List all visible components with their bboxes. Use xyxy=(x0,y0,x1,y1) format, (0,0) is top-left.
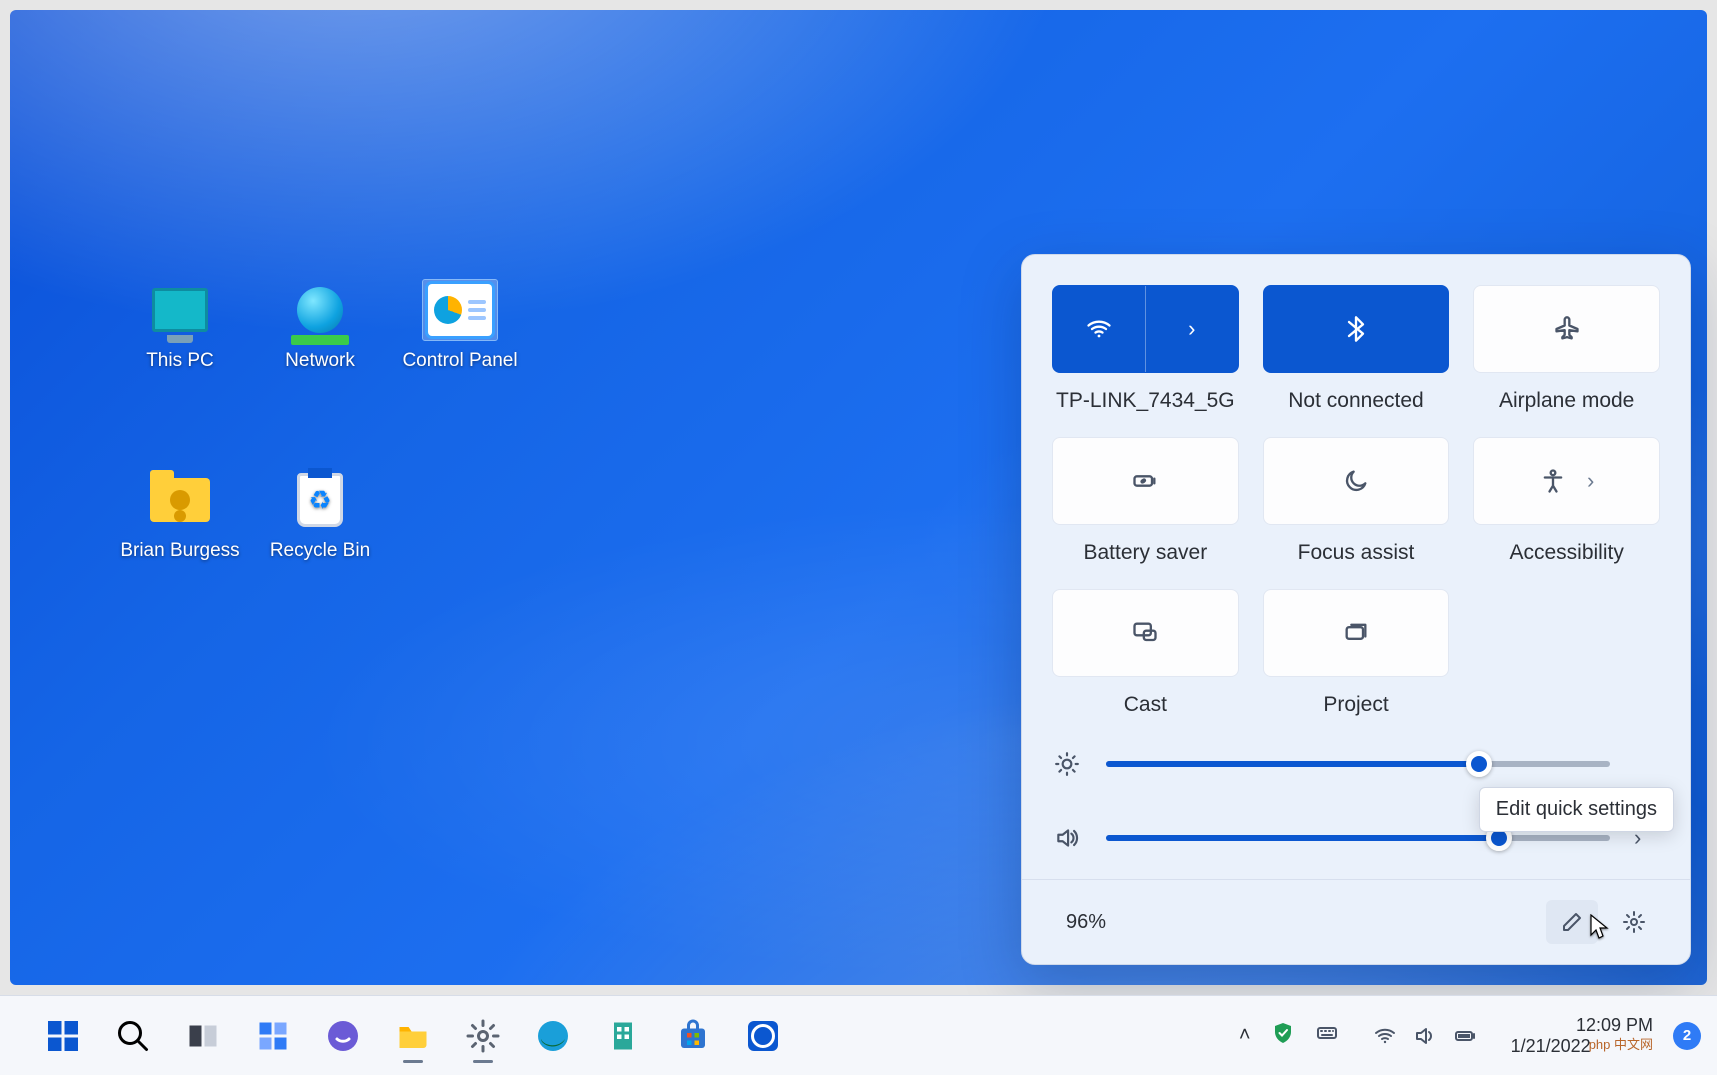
windows-logo-icon xyxy=(45,1018,81,1054)
volume-slider[interactable] xyxy=(1106,835,1610,841)
tray-time: 12:09 PM xyxy=(1511,1015,1653,1036)
desktop-icon-label: Network xyxy=(285,350,355,372)
shield-check-icon xyxy=(1271,1021,1295,1045)
tile-accessibility[interactable]: › xyxy=(1473,437,1660,525)
edge-button[interactable] xyxy=(524,1007,582,1065)
globe-icon xyxy=(283,280,357,340)
search-icon xyxy=(115,1018,151,1054)
clock-button[interactable]: 12:09 PM 1/21/2022 php 中文网 xyxy=(1511,1015,1653,1056)
tile-label: Accessibility xyxy=(1509,541,1623,565)
desktop-icon-recycle-bin[interactable]: ♻ Recycle Bin xyxy=(250,470,390,630)
desktop-icon-network[interactable]: Network xyxy=(250,280,390,440)
tile-wifi-expand[interactable]: › xyxy=(1145,286,1238,372)
pencil-icon xyxy=(1560,910,1584,934)
gear-icon xyxy=(465,1018,501,1054)
task-view-icon xyxy=(185,1018,221,1054)
dell-icon xyxy=(745,1018,781,1054)
speaker-icon xyxy=(1052,825,1082,851)
desktop-icon-label: Control Panel xyxy=(402,350,517,372)
notifications-button[interactable]: 2 xyxy=(1673,1022,1701,1050)
tile-label: Project xyxy=(1323,693,1388,717)
tile-focus-assist[interactable] xyxy=(1263,437,1450,525)
folder-user-icon xyxy=(143,470,217,530)
desktop-icon-control-panel[interactable]: Control Panel xyxy=(390,280,530,440)
tile-battery-saver[interactable] xyxy=(1052,437,1239,525)
settings-app-button[interactable] xyxy=(454,1007,512,1065)
desktop-icon-label: This PC xyxy=(146,350,214,372)
file-explorer-button[interactable] xyxy=(384,1007,442,1065)
tile-bluetooth[interactable] xyxy=(1263,285,1450,373)
wifi-icon xyxy=(1085,315,1113,343)
tile-airplane-mode[interactable] xyxy=(1473,285,1660,373)
speaker-icon xyxy=(1413,1024,1437,1048)
tray-date: 1/21/2022 xyxy=(1511,1036,1591,1057)
desktop-icon-this-pc[interactable]: This PC xyxy=(110,280,250,440)
tile-label: TP-LINK_7434_5G xyxy=(1056,389,1235,413)
system-tray: ˄ 12:09 PM 1/21/2022 php 中文网 2 xyxy=(1239,1014,1701,1058)
tile-cast[interactable] xyxy=(1052,589,1239,677)
taskbar: ˄ 12:09 PM 1/21/2022 php 中文网 2 xyxy=(0,995,1717,1075)
tile-label: Cast xyxy=(1124,693,1167,717)
battery-leaf-icon xyxy=(1131,467,1159,495)
edit-quick-settings-button[interactable] xyxy=(1546,900,1598,944)
battery-status[interactable]: 96% xyxy=(1052,911,1106,934)
tooltip: Edit quick settings xyxy=(1479,787,1674,832)
desktop-icons: This PC Network Control Panel Brian Burg… xyxy=(110,280,530,630)
chevron-right-icon: › xyxy=(1587,468,1594,494)
screen: This PC Network Control Panel Brian Burg… xyxy=(0,0,1717,1075)
watermark-text: php 中文网 xyxy=(1589,1038,1653,1053)
all-settings-button[interactable] xyxy=(1608,900,1660,944)
tray-overflow-button[interactable]: ˄ xyxy=(1239,1024,1251,1047)
widgets-button[interactable] xyxy=(244,1007,302,1065)
tile-label: Not connected xyxy=(1288,389,1423,413)
brightness-icon xyxy=(1052,751,1082,777)
tile-wifi-toggle[interactable] xyxy=(1053,286,1145,372)
taskbar-pinned-apps xyxy=(34,1007,792,1065)
recycle-bin-icon: ♻ xyxy=(283,470,357,530)
battery-icon xyxy=(1453,1024,1477,1048)
input-indicator[interactable] xyxy=(1315,1021,1339,1050)
chevron-right-icon: › xyxy=(1188,316,1195,342)
tile-project[interactable] xyxy=(1263,589,1450,677)
task-view-button[interactable] xyxy=(174,1007,232,1065)
tile-wifi[interactable]: › xyxy=(1052,285,1239,373)
airplane-icon xyxy=(1553,315,1581,343)
wifi-icon xyxy=(1373,1024,1397,1048)
building-icon xyxy=(605,1018,641,1054)
bluetooth-icon xyxy=(1342,315,1370,343)
microsoft-store-button[interactable] xyxy=(664,1007,722,1065)
notification-count: 2 xyxy=(1683,1027,1691,1044)
start-button[interactable] xyxy=(34,1007,92,1065)
accessibility-icon xyxy=(1539,467,1567,495)
dell-app-button[interactable] xyxy=(734,1007,792,1065)
project-icon xyxy=(1342,619,1370,647)
brightness-slider[interactable] xyxy=(1106,761,1610,767)
folder-icon xyxy=(395,1018,431,1054)
desktop-icon-user-folder[interactable]: Brian Burgess xyxy=(110,470,250,630)
control-panel-icon xyxy=(423,280,497,340)
tile-label: Battery saver xyxy=(1083,541,1207,565)
tile-label: Airplane mode xyxy=(1499,389,1634,413)
gear-icon xyxy=(1622,910,1646,934)
network-sound-battery-button[interactable] xyxy=(1359,1014,1491,1058)
keyboard-icon xyxy=(1315,1021,1339,1045)
quick-settings-tiles: › TP-LINK_7434_5G Not connected Airplane… xyxy=(1052,285,1660,717)
quick-settings-panel: › TP-LINK_7434_5G Not connected Airplane… xyxy=(1021,254,1691,965)
security-tray-icon[interactable] xyxy=(1271,1021,1295,1050)
desktop-icon-label: Brian Burgess xyxy=(120,540,239,562)
battery-percent: 96% xyxy=(1066,911,1106,934)
desktop-icon-label: Recycle Bin xyxy=(270,540,370,562)
brightness-slider-row xyxy=(1052,751,1660,777)
cast-icon xyxy=(1131,619,1159,647)
store-icon xyxy=(675,1018,711,1054)
office-button[interactable] xyxy=(594,1007,652,1065)
chat-button[interactable] xyxy=(314,1007,372,1065)
edge-icon xyxy=(535,1018,571,1054)
monitor-icon xyxy=(143,280,217,340)
chat-icon xyxy=(325,1018,361,1054)
moon-icon xyxy=(1342,467,1370,495)
search-button[interactable] xyxy=(104,1007,162,1065)
tile-label: Focus assist xyxy=(1298,541,1415,565)
widgets-icon xyxy=(255,1018,291,1054)
